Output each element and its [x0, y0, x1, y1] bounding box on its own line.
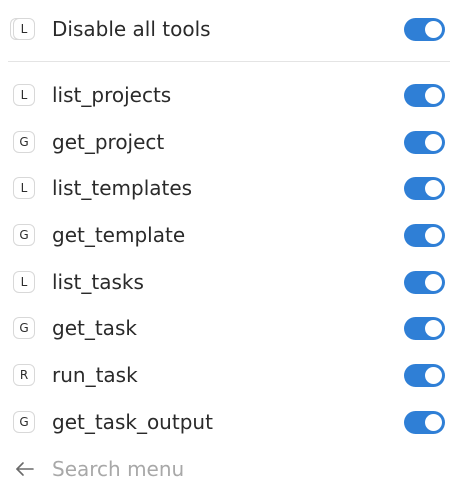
arrow-left-icon[interactable] [14, 458, 36, 480]
tool-row-get-project[interactable]: G get_project [0, 122, 461, 162]
tool-badge: L [13, 271, 35, 293]
search-input[interactable] [52, 454, 432, 484]
tool-toggle-get-task[interactable] [404, 316, 445, 340]
tool-badge: G [13, 411, 35, 433]
toggle-knob [425, 20, 442, 38]
tool-group-badge: L [13, 18, 35, 40]
toggle-knob [425, 179, 442, 197]
disable-all-tools-toggle[interactable] [404, 17, 445, 41]
disable-all-tools-label: Disable all tools [52, 17, 211, 41]
tool-badge: R [13, 364, 35, 386]
divider [8, 61, 450, 62]
tool-row-get-task[interactable]: G get_task [0, 308, 461, 348]
tool-toggle-get-project[interactable] [404, 130, 445, 154]
tools-menu: L Disable all tools L list_projects G ge… [0, 0, 461, 500]
tool-toggle-list-templates[interactable] [404, 176, 445, 200]
disable-all-tools-row[interactable]: L Disable all tools [0, 9, 461, 49]
toggle-knob [425, 86, 442, 104]
tool-label: list_tasks [52, 270, 144, 294]
tool-row-get-template[interactable]: G get_template [0, 215, 461, 255]
toggle-knob [425, 273, 442, 291]
tool-badge: L [13, 84, 35, 106]
tool-row-list-templates[interactable]: L list_templates [0, 168, 461, 208]
tool-label: get_template [52, 223, 186, 247]
toggle-knob [425, 319, 442, 337]
tool-toggle-list-tasks[interactable] [404, 270, 445, 294]
tool-toggle-get-template[interactable] [404, 223, 445, 247]
tool-label: list_projects [52, 83, 172, 107]
tool-row-list-tasks[interactable]: L list_tasks [0, 262, 461, 302]
search-menu-row [0, 450, 461, 488]
toggle-knob [425, 133, 442, 151]
tool-label: list_templates [52, 176, 193, 200]
tool-label: get_task [52, 316, 137, 340]
toggle-knob [425, 413, 442, 431]
tool-badge: G [13, 317, 35, 339]
tool-row-get-task-output[interactable]: G get_task_output [0, 402, 461, 442]
tool-badge: L [13, 177, 35, 199]
tool-row-list-projects[interactable]: L list_projects [0, 75, 461, 115]
tool-label: run_task [52, 363, 138, 387]
tool-label: get_task_output [52, 410, 213, 434]
tool-label: get_project [52, 130, 165, 154]
tool-toggle-list-projects[interactable] [404, 83, 445, 107]
toggle-knob [425, 366, 442, 384]
toggle-knob [425, 226, 442, 244]
tool-toggle-get-task-output[interactable] [404, 410, 445, 434]
tool-toggle-run-task[interactable] [404, 363, 445, 387]
tool-row-run-task[interactable]: R run_task [0, 355, 461, 395]
tool-badge: G [13, 131, 35, 153]
tool-badge: G [13, 224, 35, 246]
